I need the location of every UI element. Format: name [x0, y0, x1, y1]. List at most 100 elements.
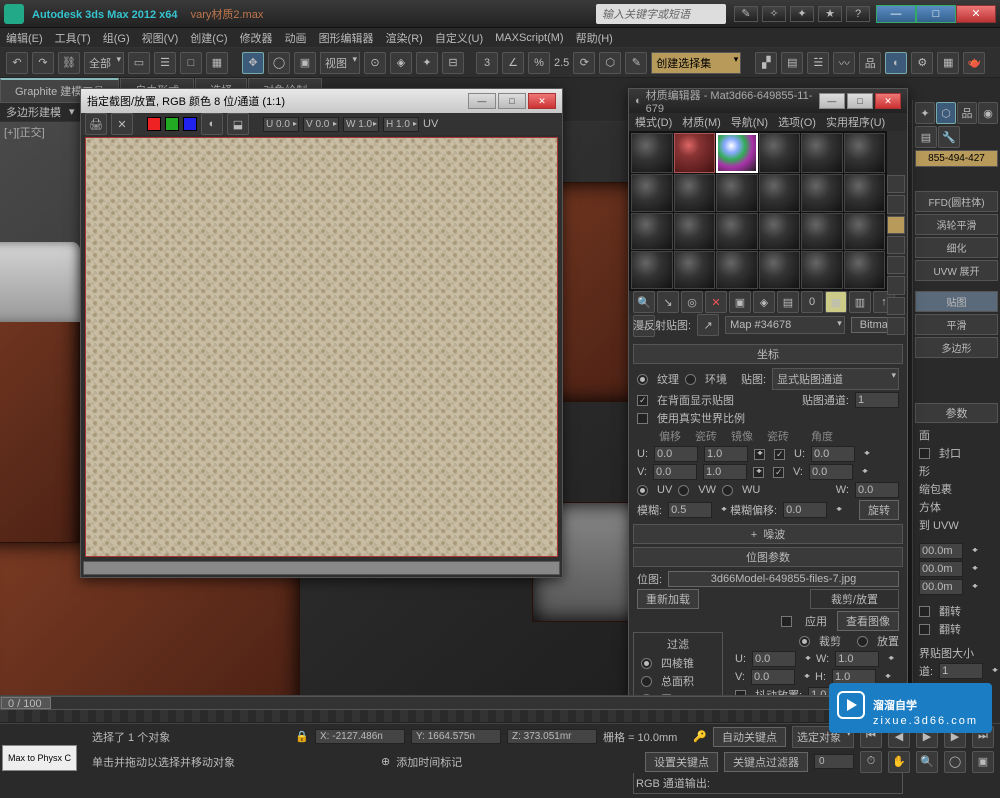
summed-radio[interactable] [641, 676, 652, 687]
time-handle[interactable]: 0 / 100 [1, 697, 51, 709]
percent-snap-icon[interactable]: % [528, 52, 550, 74]
channel-spinner[interactable]: 1 [939, 663, 983, 679]
green-swatch[interactable] [165, 117, 179, 131]
blur-spinner[interactable]: 0.5 [668, 502, 712, 518]
curve-editor-icon[interactable]: 〰 [833, 52, 855, 74]
alpha-icon[interactable]: ◐ [201, 113, 223, 135]
v-spinner[interactable]: V 0.0 [303, 117, 339, 132]
cap-check[interactable] [919, 448, 930, 459]
vw-radio[interactable] [678, 485, 689, 496]
close-button[interactable]: ✕ [875, 93, 901, 109]
render-icon[interactable]: 🫖 [963, 52, 985, 74]
make-unique-icon[interactable]: ◈ [753, 291, 775, 313]
spinner-snap-icon[interactable]: ⟳ [573, 52, 595, 74]
material-slot[interactable] [674, 251, 716, 289]
motion-tab-icon[interactable]: ◉ [978, 102, 998, 124]
frame-field[interactable]: 0 [814, 754, 854, 769]
preview-icon[interactable] [887, 276, 905, 294]
wu-radio[interactable] [722, 485, 733, 496]
modifier-item[interactable]: FFD(圆柱体) [915, 191, 998, 212]
view-image-button[interactable]: 查看图像 [837, 611, 899, 631]
maximize-button[interactable]: □ [498, 93, 526, 109]
mapping-combo[interactable]: 显式贴图通道 [772, 368, 899, 390]
render-setup-icon[interactable]: ⚙ [911, 52, 933, 74]
pyramid-radio[interactable] [641, 658, 652, 669]
create-tab-icon[interactable]: ✦ [915, 102, 935, 124]
close-button[interactable]: ✕ [528, 93, 556, 109]
minimize-button[interactable]: — [468, 93, 496, 109]
u-angle[interactable]: 0.0 [811, 446, 855, 462]
v-offset[interactable]: 0.0 [653, 464, 697, 480]
maximize-button[interactable]: □ [847, 93, 873, 109]
material-slot[interactable] [674, 213, 716, 251]
rollout-coords[interactable]: 坐标 [633, 344, 903, 364]
material-slot[interactable] [716, 251, 758, 289]
window-crossing-icon[interactable]: ▦ [206, 52, 228, 74]
layers-icon[interactable]: ☱ [807, 52, 829, 74]
material-slot[interactable] [844, 174, 886, 212]
uv-radio[interactable] [637, 485, 648, 496]
assign-icon[interactable]: ◎ [681, 291, 703, 313]
menu-item[interactable]: 自定义(U) [435, 30, 483, 46]
material-slot[interactable] [716, 174, 758, 212]
material-slot[interactable] [759, 133, 801, 173]
flip-check[interactable] [919, 624, 930, 635]
material-slot[interactable] [844, 133, 886, 173]
copy-icon[interactable]: ▣ [729, 291, 751, 313]
menu-item[interactable]: 组(G) [103, 30, 130, 46]
material-slot[interactable] [844, 213, 886, 251]
link-icon[interactable]: ⛓ [58, 52, 80, 74]
object-name[interactable]: 855-494-427 [915, 150, 998, 167]
hierarchy-tab-icon[interactable]: 品 [957, 102, 977, 124]
menu-item[interactable]: 模式(D) [635, 114, 672, 130]
material-slot[interactable] [801, 251, 843, 289]
flip-check[interactable] [919, 606, 930, 617]
crop-u[interactable]: 0.0 [752, 651, 796, 667]
selset-icon[interactable]: ✎ [625, 52, 647, 74]
crop-w[interactable]: 1.0 [835, 651, 879, 667]
show-end-icon[interactable]: ▥ [849, 291, 871, 313]
stack-item[interactable]: 平滑 [915, 314, 998, 335]
menu-item[interactable]: 选项(O) [778, 114, 816, 130]
show-back-check[interactable] [637, 395, 648, 406]
viewport-nav-icon[interactable]: ✋ [888, 751, 910, 773]
v-tile[interactable]: 1.0 [703, 464, 747, 480]
material-slot[interactable] [716, 133, 758, 173]
menu-item[interactable]: 材质(M) [682, 114, 721, 130]
texture-preview[interactable] [85, 137, 558, 557]
material-slot[interactable] [674, 133, 716, 173]
menu-item[interactable]: 图形编辑器 [319, 30, 374, 46]
ref-coord-combo[interactable]: 视图 [320, 52, 360, 74]
tool-icon[interactable]: ? [846, 6, 870, 22]
time-config-icon[interactable]: ⏱ [860, 751, 882, 773]
uv-tile-icon[interactable] [887, 236, 905, 254]
blur-offset-spinner[interactable]: 0.0 [783, 502, 827, 518]
tool-icon[interactable]: ✧ [762, 6, 786, 22]
angle-snap-icon[interactable]: ∠ [502, 52, 524, 74]
keymode-icon[interactable]: ⊟ [442, 52, 464, 74]
material-slot[interactable] [631, 133, 673, 173]
menu-item[interactable]: 编辑(E) [6, 30, 43, 46]
pivot-icon[interactable]: ⊙ [364, 52, 386, 74]
menu-item[interactable]: MAXScript(M) [495, 32, 563, 44]
tool-icon[interactable]: ✎ [734, 6, 758, 22]
menu-item[interactable]: 修改器 [240, 30, 273, 46]
display-tab-icon[interactable]: ▤ [915, 126, 937, 148]
texture-radio[interactable] [637, 374, 648, 385]
select-name-icon[interactable]: ☰ [154, 52, 176, 74]
utilities-tab-icon[interactable]: 🔧 [938, 126, 960, 148]
rotate-button[interactable]: 旋转 [859, 500, 899, 520]
scale-icon[interactable]: ▣ [294, 52, 316, 74]
minimize-button[interactable]: — [876, 5, 916, 23]
material-slot[interactable] [631, 251, 673, 289]
u-tile[interactable]: 1.0 [704, 446, 748, 462]
crop-v[interactable]: 0.0 [751, 669, 795, 685]
close-button[interactable]: ✕ [956, 5, 996, 23]
red-swatch[interactable] [147, 117, 161, 131]
minimize-button[interactable]: — [819, 93, 845, 109]
align-icon[interactable]: ▤ [781, 52, 803, 74]
w-spinner[interactable]: W 1.0 [343, 117, 379, 132]
rotate-icon[interactable]: ◯ [268, 52, 290, 74]
tool-icon[interactable]: ★ [818, 6, 842, 22]
show-in-viewport-icon[interactable]: ▦ [825, 291, 847, 313]
